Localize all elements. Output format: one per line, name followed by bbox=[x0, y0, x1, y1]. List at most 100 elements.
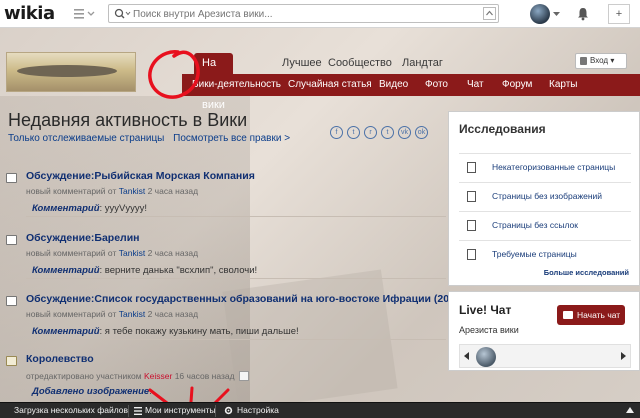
explore-item[interactable]: Страницы без изображений bbox=[459, 182, 631, 209]
talk-bubble-icon bbox=[6, 235, 17, 245]
activity-title[interactable]: Обсуждение:Рыбийская Морская Компания bbox=[26, 170, 255, 182]
toolbar-divider bbox=[128, 405, 129, 417]
chat-users-carousel bbox=[459, 344, 631, 368]
chat-bubble-icon bbox=[563, 311, 573, 319]
subnav-video[interactable]: Видео bbox=[379, 79, 408, 90]
comment-text: : я тебе покажу кузькину мать, пиши даль… bbox=[99, 326, 299, 337]
chevron-right-icon[interactable] bbox=[620, 352, 626, 360]
user-link[interactable]: Tankist bbox=[119, 248, 145, 258]
meta-prefix: новый комментарий от bbox=[26, 309, 117, 319]
activity-title[interactable]: Обсуждение:Список государственных образо… bbox=[26, 293, 491, 305]
explore-item[interactable]: Требуемые страницы bbox=[459, 240, 631, 267]
search-icon[interactable] bbox=[114, 8, 132, 20]
chat-wiki-name: Арезиста вики bbox=[459, 325, 519, 335]
explore-item-label[interactable]: Требуемые страницы bbox=[492, 249, 577, 259]
talk-bubble-icon bbox=[6, 296, 17, 306]
meta-prefix: отредактировано участником bbox=[26, 371, 142, 381]
camera-document-icon bbox=[467, 191, 476, 202]
edit-page-icon bbox=[6, 356, 17, 366]
explore-title: Исследования bbox=[459, 122, 546, 136]
tumblr-icon[interactable]: t bbox=[381, 126, 394, 139]
explore-item-label[interactable]: Страницы без ссылок bbox=[492, 220, 578, 230]
comment-label: Комментарий bbox=[32, 326, 100, 337]
subnav-bar: Вики-деятельность Случайная статья Видео… bbox=[182, 74, 640, 96]
timestamp: 16 часов назад bbox=[174, 371, 235, 381]
start-chat-label: Начать чат bbox=[577, 310, 621, 320]
search-box bbox=[108, 4, 499, 23]
toolbar-divider bbox=[215, 405, 216, 417]
tab-landtag[interactable]: Ландтаг bbox=[394, 53, 451, 74]
tab-on-this-wiki[interactable]: На этой вики bbox=[194, 53, 233, 111]
explore-item-label[interactable]: Некатегоризованные страницы bbox=[492, 162, 615, 172]
create-page-button[interactable]: + bbox=[608, 4, 630, 24]
multi-upload-link[interactable]: Загрузка нескольких файлов bbox=[14, 405, 128, 415]
subnav-photo[interactable]: Фото bbox=[425, 79, 448, 90]
odnoklassniki-icon[interactable]: ok bbox=[415, 126, 428, 139]
gear-icon[interactable] bbox=[224, 406, 233, 415]
timestamp: 2 часа назад bbox=[147, 309, 199, 319]
customize-link[interactable]: Настройка bbox=[237, 405, 279, 415]
notifications-bell-icon[interactable] bbox=[576, 7, 590, 21]
activity-meta: новый комментарий от Tankist 2 часа наза… bbox=[26, 248, 198, 258]
menu-icon[interactable] bbox=[134, 407, 142, 415]
search-submit-icon[interactable] bbox=[483, 7, 496, 20]
comment-label: Комментарий bbox=[32, 203, 100, 214]
comment-label: Комментарий bbox=[32, 265, 100, 276]
document-icon bbox=[467, 162, 476, 173]
activity-title[interactable]: Королевство bbox=[26, 353, 94, 365]
explore-item[interactable]: Некатегоризованные страницы bbox=[459, 153, 631, 180]
subnav-chat[interactable]: Чат bbox=[467, 79, 484, 90]
explore-item-label[interactable]: Страницы без изображений bbox=[492, 191, 602, 201]
chevron-up-icon[interactable] bbox=[626, 407, 634, 413]
user-avatar[interactable] bbox=[530, 4, 550, 24]
explore-item[interactable]: Страницы без ссылок bbox=[459, 211, 631, 238]
start-chat-button[interactable]: Начать чат bbox=[557, 305, 625, 325]
chat-module: Live! Чат Арезиста вики Начать чат bbox=[448, 291, 640, 371]
activity-comment: Добавлено изображение: bbox=[26, 384, 446, 400]
page-title: Недавняя активность в Вики bbox=[8, 110, 248, 130]
wikia-logo[interactable]: wikia bbox=[4, 3, 55, 24]
chevron-left-icon[interactable] bbox=[464, 352, 470, 360]
facebook-icon[interactable]: f bbox=[330, 126, 343, 139]
diff-icon[interactable] bbox=[238, 371, 249, 381]
reddit-icon[interactable]: r bbox=[364, 126, 377, 139]
more-explore-link[interactable]: Больше исследований bbox=[544, 268, 629, 277]
subnav-forum[interactable]: Форум bbox=[502, 79, 532, 90]
wordmark-airship-image bbox=[17, 65, 117, 77]
activity-meta: новый комментарий от Tankist 2 часа наза… bbox=[26, 186, 198, 196]
chevron-down-icon[interactable] bbox=[553, 11, 560, 17]
activity-comment: Комментарий: я тебе покажу кузькину мать… bbox=[26, 324, 446, 340]
chat-user-avatar[interactable] bbox=[476, 347, 496, 367]
user-link[interactable]: Tankist bbox=[119, 186, 145, 196]
tab-community[interactable]: Сообщество bbox=[320, 53, 400, 74]
explore-module: Исследования Некатегоризованные страницы… bbox=[448, 111, 640, 286]
timestamp: 2 часа назад bbox=[147, 248, 199, 258]
wanted-document-icon bbox=[467, 249, 476, 260]
subnav-random-article[interactable]: Случайная статья bbox=[288, 79, 372, 90]
activity-comment: Комментарий: уууVуууу! bbox=[26, 201, 446, 217]
login-button[interactable]: Вход ▾ bbox=[575, 53, 627, 69]
user-link[interactable]: Keisser bbox=[144, 371, 172, 381]
subnav-wiki-activity[interactable]: Вики-деятельность bbox=[192, 79, 281, 90]
comment-text: : bbox=[149, 386, 152, 397]
link-document-icon bbox=[467, 220, 476, 231]
comment-label: Добавлено изображение bbox=[32, 386, 150, 397]
vk-icon[interactable]: vk bbox=[398, 126, 411, 139]
watched-pages-link[interactable]: Только отслеживаемые страницы bbox=[8, 133, 164, 144]
bottom-toolbar: Загрузка нескольких файлов Мои инструмен… bbox=[0, 402, 640, 418]
hamburger-menu-icon[interactable] bbox=[74, 8, 96, 20]
subnav-maps[interactable]: Карты bbox=[549, 79, 578, 90]
wiki-wordmark[interactable] bbox=[6, 52, 136, 92]
meta-prefix: новый комментарий от bbox=[26, 248, 117, 258]
activity-comment: Комментарий: верните данька "всхлип", св… bbox=[26, 263, 446, 279]
timestamp: 2 часа назад bbox=[147, 186, 199, 196]
search-input[interactable] bbox=[133, 7, 473, 21]
user-link[interactable]: Tankist bbox=[119, 309, 145, 319]
my-tools-link[interactable]: Мои инструменты bbox=[145, 405, 216, 415]
activity-title[interactable]: Обсуждение:Барелин bbox=[26, 232, 140, 244]
global-navigation: wikia + bbox=[0, 0, 640, 28]
chat-title: Live! Чат bbox=[459, 303, 512, 317]
twitter-icon[interactable]: t bbox=[347, 126, 360, 139]
comment-text: : верните данька "всхлип", сволочи! bbox=[99, 265, 258, 276]
all-edits-link[interactable]: Посмотреть все правки > bbox=[173, 133, 290, 144]
